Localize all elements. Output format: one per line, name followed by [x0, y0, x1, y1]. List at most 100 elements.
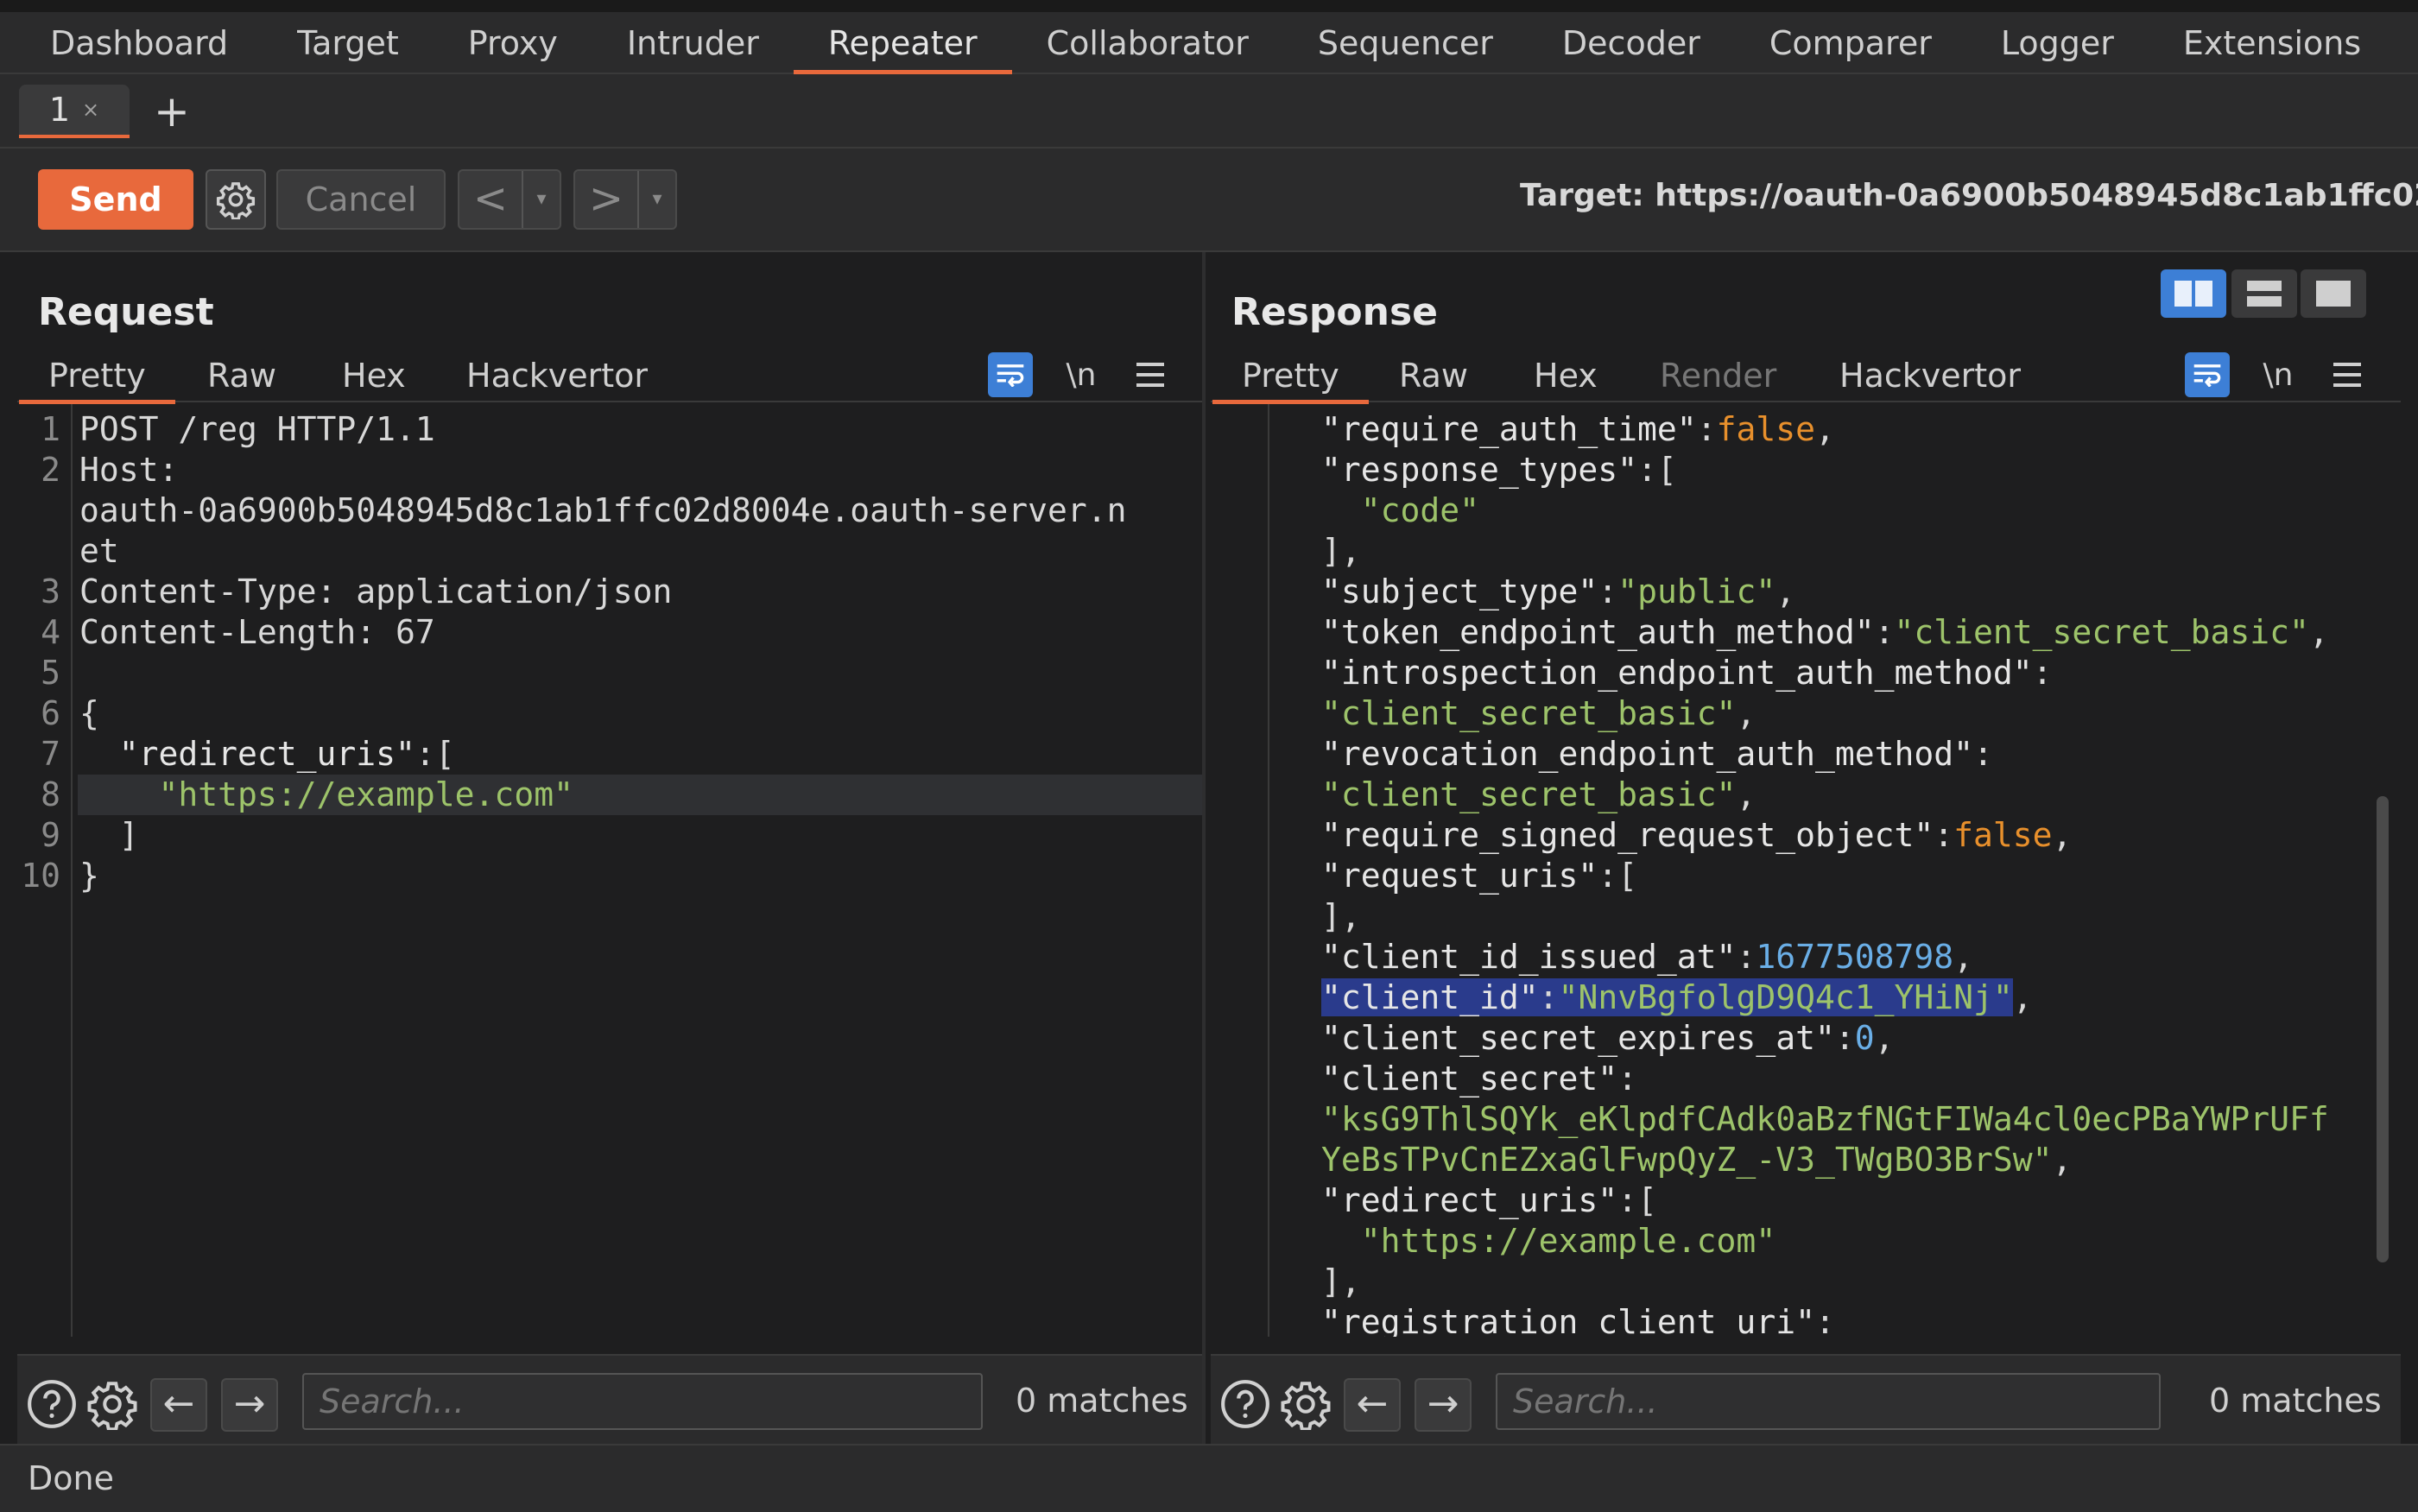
chevron-right-icon[interactable]: > — [575, 171, 637, 228]
cancel-button[interactable]: Cancel — [276, 169, 446, 230]
chevron-left-icon[interactable]: < — [459, 171, 522, 228]
chevron-down-icon[interactable]: ▾ — [522, 171, 560, 228]
response-search-input[interactable] — [1496, 1373, 2161, 1430]
newline-toggle-button[interactable]: \n — [2256, 352, 2301, 397]
code-text: "code" — [1321, 490, 1479, 531]
gear-icon[interactable] — [85, 1376, 140, 1432]
request-tab-hackvertor[interactable]: Hackvertor — [466, 349, 648, 402]
settings-button[interactable] — [206, 169, 266, 230]
code-text: et — [79, 531, 119, 572]
nav-tab-decoder[interactable]: Decoder — [1528, 12, 1735, 73]
code-line: "redirect_uris":[ — [1211, 1180, 2401, 1221]
token-bool: false — [1716, 410, 1815, 448]
code-line: "registration_client_uri": — [1211, 1302, 2401, 1337]
code-line: 6{ — [17, 693, 1202, 734]
line-number: 4 — [41, 613, 60, 651]
history-back-button[interactable]: < ▾ — [458, 169, 561, 230]
nav-tab-le[interactable]: Le — [2396, 12, 2418, 73]
token-plain: ] — [79, 816, 139, 854]
new-tab-button[interactable]: + — [154, 90, 190, 133]
token-plain: , — [2052, 816, 2073, 854]
arrow-right-icon[interactable]: → — [1415, 1378, 1472, 1432]
nav-tab-proxy[interactable]: Proxy — [434, 12, 592, 73]
code-line: "response_types":[ — [1211, 450, 2401, 490]
token-plain: { — [79, 694, 99, 732]
wrap-toggle-button[interactable] — [2185, 352, 2230, 397]
request-tab-hex[interactable]: Hex — [342, 349, 406, 402]
request-tab-raw[interactable]: Raw — [207, 349, 276, 402]
nav-tab-collaborator[interactable]: Collaborator — [1012, 12, 1283, 73]
token-key: "client_id" — [1321, 978, 1539, 1016]
response-tab-hackvertor[interactable]: Hackvertor — [1839, 349, 2021, 402]
request-search-input[interactable] — [302, 1373, 983, 1430]
menu-icon[interactable] — [1128, 352, 1173, 397]
nav-tab-intruder[interactable]: Intruder — [592, 12, 794, 73]
token-key: "registration_client_uri" — [1321, 1303, 1815, 1337]
code-line: "client_secret": — [1211, 1059, 2401, 1099]
token-key: "client_secret_expires_at" — [1321, 1019, 1835, 1057]
nav-tab-comparer[interactable]: Comparer — [1735, 12, 1966, 73]
layout-split-button[interactable] — [2161, 269, 2226, 318]
code-text: "client_secret_basic", — [1321, 775, 1756, 815]
request-tab-pretty[interactable]: Pretty — [19, 349, 175, 404]
code-text: "require_signed_request_object":false, — [1321, 815, 2072, 856]
code-text: "redirect_uris":[ — [1321, 1180, 1657, 1221]
token-plain: , — [1874, 1019, 1895, 1057]
code-text: "client_secret_basic", — [1321, 693, 1756, 734]
nav-tab-logger[interactable]: Logger — [1966, 12, 2149, 73]
panel-divider[interactable] — [1202, 252, 1206, 1444]
repeater-tab-1[interactable]: 1 × — [19, 85, 130, 138]
code-line: 8 "https://example.com" — [41, 775, 1202, 815]
nav-tab-target[interactable]: Target — [263, 12, 434, 73]
code-text: "redirect_uris":[ — [79, 734, 455, 775]
menu-icon[interactable] — [2325, 352, 2370, 397]
code-text: "https://example.com" — [79, 775, 573, 815]
token-key: "require_auth_time" — [1321, 410, 1697, 448]
token-key: "redirect_uris" — [79, 735, 415, 773]
response-editor[interactable]: "require_auth_time":false, "response_type… — [1211, 404, 2401, 1337]
token-plain: , — [1814, 410, 1835, 448]
token-key: "require_signed_request_object" — [1321, 816, 1934, 854]
send-button[interactable]: Send — [38, 169, 193, 230]
code-text: POST /reg HTTP/1.1 — [79, 409, 435, 450]
nav-tab-dashboard[interactable]: Dashboard — [16, 12, 263, 73]
code-line: "client_id":"NnvBgfolgD9Q4c1_YHiNj", — [1211, 977, 2401, 1018]
line-number: 7 — [41, 735, 60, 773]
code-line: "https://example.com" — [1211, 1221, 2401, 1262]
nav-tab-sequencer[interactable]: Sequencer — [1283, 12, 1528, 73]
arrow-left-icon[interactable]: ← — [1344, 1378, 1401, 1432]
token-key: "client_id_issued_at" — [1321, 938, 1737, 976]
token-plain: , — [2012, 978, 2033, 1016]
newline-toggle-button[interactable]: \n — [1059, 352, 1104, 397]
wrap-icon — [997, 364, 1024, 387]
token-plain: , — [1953, 938, 1973, 976]
close-icon[interactable]: × — [82, 98, 99, 122]
layout-stack-button[interactable] — [2231, 269, 2297, 318]
arrow-right-icon[interactable]: → — [221, 1378, 278, 1432]
gear-icon[interactable] — [1278, 1376, 1333, 1432]
wrap-toggle-button[interactable] — [988, 352, 1033, 397]
code-text: "registration_client_uri": — [1321, 1302, 1835, 1337]
response-tab-hex[interactable]: Hex — [1534, 349, 1598, 402]
code-text: "revocation_endpoint_auth_method": — [1321, 734, 1993, 775]
response-scrollbar[interactable] — [2377, 796, 2389, 1262]
help-icon[interactable] — [24, 1376, 79, 1432]
response-tab-render[interactable]: Render — [1660, 349, 1776, 402]
history-forward-button[interactable]: > ▾ — [573, 169, 677, 230]
chevron-down-icon[interactable]: ▾ — [637, 171, 675, 228]
response-tab-raw[interactable]: Raw — [1399, 349, 1468, 402]
code-text: ], — [1321, 896, 1361, 937]
request-editor[interactable]: 1 POST /reg HTTP/1.1 2 Host: oauth-0a6900b50… — [17, 404, 1202, 1337]
code-text: "https://example.com" — [1321, 1221, 1776, 1262]
response-tab-pretty[interactable]: Pretty — [1212, 349, 1369, 404]
token-plain: ], — [1321, 532, 1361, 570]
nav-tab-repeater[interactable]: Repeater — [793, 12, 1012, 74]
nav-tab-extensions[interactable]: Extensions — [2149, 12, 2396, 73]
code-line: "client_secret_expires_at":0, — [1211, 1018, 2401, 1059]
help-icon[interactable] — [1218, 1376, 1273, 1432]
code-line: 10} — [17, 856, 1202, 896]
arrow-left-icon[interactable]: ← — [150, 1378, 207, 1432]
target-label[interactable]: Target: https://oauth-0a6900b5048945d8c1… — [1520, 178, 2418, 213]
response-title: Response — [1231, 290, 1438, 334]
layout-single-button[interactable] — [2301, 269, 2366, 318]
